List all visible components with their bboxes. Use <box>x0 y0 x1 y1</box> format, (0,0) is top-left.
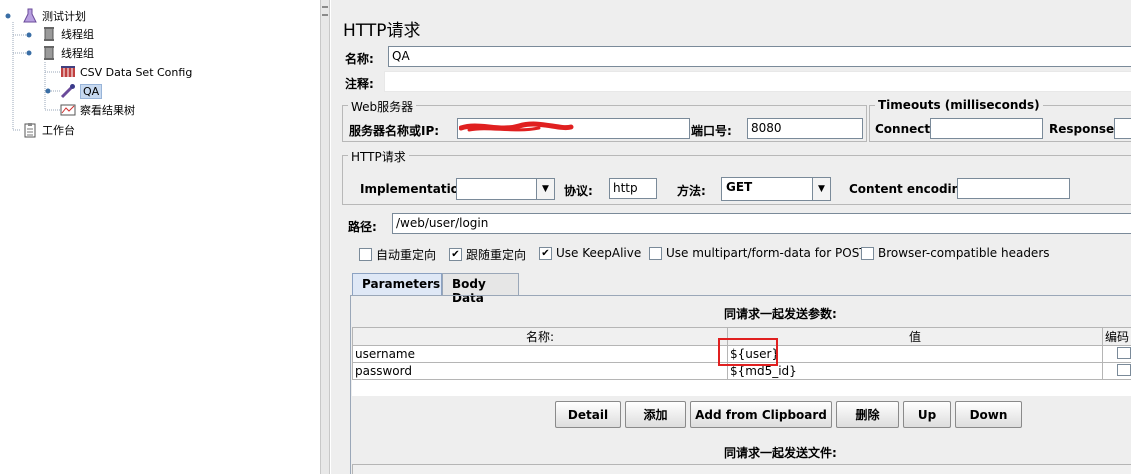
split-pane-divider[interactable] <box>320 0 330 474</box>
tree-node-label: 察看结果树 <box>80 104 135 117</box>
port-label: 端口号: <box>691 124 732 138</box>
pipette-icon <box>60 83 76 99</box>
check-icon: ✔ <box>449 248 462 261</box>
name-label: 名称: <box>345 52 374 66</box>
method-value: GET <box>726 180 753 194</box>
tab-parameters[interactable]: Parameters <box>352 273 442 295</box>
protocol-input[interactable]: http <box>609 178 657 199</box>
tree-node-http-sampler-qa[interactable]: QA <box>60 83 103 99</box>
param-name-cell[interactable]: username <box>352 345 728 363</box>
checkbox-box <box>649 246 662 260</box>
chevron-down-icon: ▼ <box>812 178 830 200</box>
tree-node-label: 线程组 <box>61 47 94 60</box>
checkbox-label: 跟随重定向 <box>466 248 527 262</box>
param-value-cell[interactable]: ${md5_id} <box>727 362 1103 380</box>
listener-chart-icon <box>60 102 76 118</box>
checkbox-box <box>861 246 874 260</box>
table-empty-row <box>353 380 1131 397</box>
empty-cell <box>728 380 1103 397</box>
response-label: Response: <box>1049 122 1119 136</box>
checkbox-label: 自动重定向 <box>376 248 437 262</box>
http-request-group-title: HTTP请求 <box>348 148 409 165</box>
tree-node-csv-data-set-config[interactable]: CSV Data Set Config <box>60 64 192 80</box>
encode-checkbox[interactable] <box>1117 346 1131 359</box>
tree-node-thread-group-1[interactable]: 线程组 <box>41 26 94 42</box>
spool-icon <box>41 45 57 61</box>
method-select[interactable]: GET ▼ <box>721 177 831 201</box>
browser-compatible-checkbox[interactable]: Browser-compatible headers <box>861 246 1050 260</box>
test-plan-tree: 测试计划 线程组 线程组 CSV Data Set Config QA 察看结果… <box>0 0 320 474</box>
highlight-annotation-box <box>718 338 778 366</box>
checkbox-label: Use KeepAlive <box>556 246 642 260</box>
tree-node-label: 线程组 <box>61 28 94 41</box>
tree-node-label: 测试计划 <box>42 10 86 23</box>
http-request-panel: HTTP请求 名称: QA 注释: Web服务器 服务器名称或IP: 端口号: … <box>331 0 1131 474</box>
port-input[interactable]: 8080 <box>747 118 863 139</box>
content-encoding-input[interactable] <box>957 178 1070 199</box>
implementation-select[interactable]: ▼ <box>456 178 555 200</box>
column-header-encode[interactable]: 编码 <box>1102 327 1131 346</box>
config-element-icon <box>60 64 76 80</box>
detail-button[interactable]: Detail <box>555 401 621 428</box>
tree-node-view-results-tree[interactable]: 察看结果树 <box>60 102 135 118</box>
auto-redirect-checkbox[interactable]: 自动重定向 <box>359 246 436 263</box>
checkbox-label: Use multipart/form-data for POST <box>666 246 867 260</box>
divider-arrow-icon <box>322 6 328 8</box>
path-input[interactable]: /web/user/login <box>392 213 1131 234</box>
path-label: 路径: <box>348 220 377 234</box>
comment-input[interactable] <box>384 71 1131 92</box>
response-timeout-input[interactable] <box>1114 118 1131 139</box>
empty-cell <box>353 380 728 397</box>
up-button[interactable]: Up <box>903 401 951 428</box>
server-label: 服务器名称或IP: <box>349 124 440 138</box>
checkbox-label: Browser-compatible headers <box>878 246 1050 260</box>
clipboard-icon <box>22 122 38 138</box>
column-header-name[interactable]: 名称: <box>352 327 728 346</box>
connect-timeout-input[interactable] <box>930 118 1043 139</box>
content-encoding-label: Content encoding: <box>849 182 974 196</box>
tree-node-workbench[interactable]: 工作台 <box>22 122 75 138</box>
tab-body-data[interactable]: Body Data <box>442 273 519 305</box>
divider-arrow-icon <box>322 14 328 16</box>
down-button[interactable]: Down <box>955 401 1022 428</box>
column-header-value[interactable]: 值 <box>727 327 1103 346</box>
method-label: 方法: <box>677 184 706 198</box>
connect-label: Connect: <box>875 122 935 136</box>
name-input[interactable]: QA <box>388 46 1131 67</box>
chevron-down-icon: ▼ <box>536 179 554 199</box>
flask-icon <box>22 8 38 24</box>
encode-checkbox[interactable] <box>1117 363 1131 376</box>
params-caption: 同请求一起发送参数: <box>724 307 837 321</box>
delete-button[interactable]: 删除 <box>836 401 899 428</box>
comment-label: 注释: <box>345 77 374 91</box>
tree-node-label: CSV Data Set Config <box>80 65 193 79</box>
files-caption: 同请求一起发送文件: <box>724 446 837 460</box>
spool-icon <box>41 26 57 42</box>
add-from-clipboard-button[interactable]: Add from Clipboard <box>690 401 832 428</box>
tree-node-label-selected: QA <box>80 83 103 99</box>
use-keepalive-checkbox[interactable]: ✔ Use KeepAlive <box>539 246 641 260</box>
param-encode-cell[interactable] <box>1102 362 1131 380</box>
timeouts-group-title: Timeouts (milliseconds) <box>875 98 1043 112</box>
redaction-scribble <box>459 121 574 132</box>
tree-node-test-plan[interactable]: 测试计划 <box>22 8 86 24</box>
tree-node-thread-group-2[interactable]: 线程组 <box>41 45 94 61</box>
param-name-cell[interactable]: password <box>352 362 728 380</box>
multipart-checkbox[interactable]: Use multipart/form-data for POST <box>649 246 867 260</box>
checkbox-box <box>359 248 372 261</box>
web-server-group-title: Web服务器 <box>348 98 417 115</box>
page-title: HTTP请求 <box>343 21 421 41</box>
add-button[interactable]: 添加 <box>625 401 686 428</box>
tree-node-label: 工作台 <box>42 124 75 137</box>
files-table-header <box>352 464 1131 474</box>
empty-cell <box>1103 380 1131 397</box>
follow-redirect-checkbox[interactable]: ✔ 跟随重定向 <box>449 246 526 263</box>
protocol-label: 协议: <box>564 184 593 198</box>
param-encode-cell[interactable] <box>1102 345 1131 363</box>
check-icon: ✔ <box>539 246 552 260</box>
param-value-cell[interactable]: ${user} <box>727 345 1103 363</box>
